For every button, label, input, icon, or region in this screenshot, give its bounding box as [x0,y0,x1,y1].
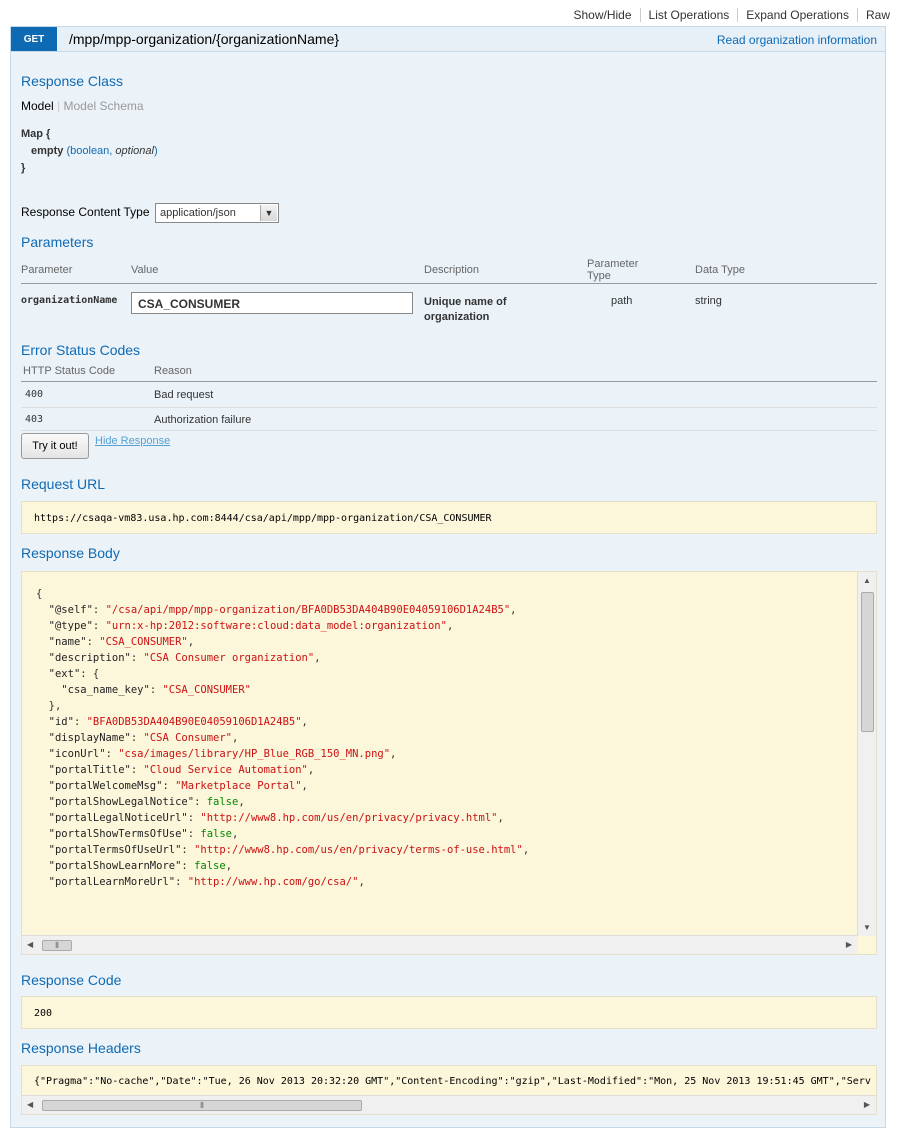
scroll-left-icon[interactable]: ◀ [27,1100,33,1109]
param-description: Unique name of organization [424,296,507,323]
response-headers-value: {"Pragma":"No-cache","Date":"Tue, 26 Nov… [34,1076,871,1087]
error-codes-title: Error Status Codes [21,342,141,358]
request-url-title: Request URL [21,476,106,492]
top-nav: Show/Hide List Operations Expand Operati… [566,6,890,24]
response-body-line: { [36,588,43,600]
param-header-type: Parameter Type [587,258,639,282]
error-code-400: 400 [25,389,44,400]
content-type-label: Response Content Type [21,205,150,219]
error-code-403: 403 [25,414,44,425]
response-body-title: Response Body [21,545,120,561]
request-url-box: https://csaqa-vm83.usa.hp.com:8444/csa/a… [21,501,877,534]
organization-name-input[interactable]: CSA_CONSUMER [131,292,413,314]
model-field-name: empty [31,145,64,157]
response-body-line: "portalTitle": "Cloud Service Automation… [48,764,315,776]
error-table-bottom [21,430,877,431]
response-body-content: { "@self": "/csa/api/mpp/mpp-organizatio… [36,586,856,890]
scroll-up-icon[interactable]: ▲ [863,576,871,585]
param-name: organizationName [21,295,118,306]
vertical-scroll-thumb[interactable] [861,592,874,732]
model-field-optional: optional [115,145,154,157]
headers-scroll-thumb[interactable]: ⦀ [42,1100,362,1111]
param-header-parameter: Parameter [21,264,73,276]
response-headers-title: Response Headers [21,1040,141,1056]
list-operations-link[interactable]: List Operations [639,8,738,22]
horizontal-scroll-thumb[interactable]: ⦀ [42,940,72,951]
headers-horizontal-scrollbar[interactable]: ◀ ⦀ ▶ [22,1095,876,1114]
error-table-divider [21,381,877,382]
model-tabs: Model | Model Schema [21,99,144,113]
response-body-line: }, [36,700,62,712]
response-body-line: "portalShowLegalNotice": false, [48,796,245,808]
response-body-line: "portalTermsOfUseUrl": "http://www8.hp.c… [48,844,530,856]
param-header-data-type: Data Type [695,264,745,276]
tab-model[interactable]: Model [21,99,54,113]
response-body-line: "@type": "urn:x-hp:2012:software:cloud:d… [48,620,454,632]
http-method-badge[interactable]: GET [11,27,57,51]
operation-header[interactable]: GET /mpp/mpp-organization/{organizationN… [11,27,885,52]
scroll-down-icon[interactable]: ▼ [863,923,871,932]
response-body-line: "ext": { [48,668,100,680]
response-code-title: Response Code [21,972,122,988]
response-body-line: "description": "CSA Consumer organizatio… [48,652,321,664]
model-field: empty (boolean, optional) [31,145,158,157]
model-field-type: boolean [70,145,110,157]
error-row-divider [21,407,877,408]
request-url-value: https://csaqa-vm83.usa.hp.com:8444/csa/a… [34,513,492,524]
hide-response-link[interactable]: Hide Response [95,435,170,447]
response-body-line: "name": "CSA_CONSUMER", [48,636,195,648]
operation-path[interactable]: /mpp/mpp-organization/{organizationName} [69,31,339,47]
response-body-line: "id": "BFA0DB53DA404B90E04059106D1A24B5"… [48,716,308,728]
model-close: } [21,162,26,174]
expand-operations-link[interactable]: Expand Operations [737,8,857,22]
response-body-line: "portalShowLearnMore": false, [48,860,233,872]
scroll-right-icon[interactable]: ▶ [864,1100,870,1109]
response-body-line: "displayName": "CSA Consumer", [48,732,239,744]
response-body-line: "portalLearnMoreUrl": "http://www.hp.com… [48,876,365,888]
try-it-out-button[interactable]: Try it out! [21,433,89,459]
error-reason-400: Bad request [154,389,214,401]
response-headers-box[interactable]: {"Pragma":"No-cache","Date":"Tue, 26 Nov… [21,1065,877,1115]
response-class-title: Response Class [21,73,123,89]
response-body-line: "portalShowTermsOfUse": false, [48,828,239,840]
chevron-down-icon[interactable]: ▼ [260,205,277,221]
param-header-value: Value [131,264,159,276]
response-body-line: "portalLegalNoticeUrl": "http://www8.hp.… [48,812,504,824]
raw-link[interactable]: Raw [856,8,890,22]
param-data-type: string [695,295,722,307]
show-hide-link[interactable]: Show/Hide [566,8,640,22]
parameters-title: Parameters [21,234,94,250]
content-type-value: application/json [160,207,236,219]
param-header-description: Description [424,264,480,276]
response-body-box[interactable]: { "@self": "/csa/api/mpp/mpp-organizatio… [21,571,877,955]
operation-summary[interactable]: Read organization information [717,33,877,47]
error-header-reason: Reason [154,365,192,377]
model-name: Map { [21,128,51,140]
content-type-select[interactable]: application/json ▼ [155,203,279,223]
response-code-value: 200 [34,1008,53,1019]
error-header-code: HTTP Status Code [23,365,116,377]
vertical-scrollbar[interactable]: ▲ ▼ [857,572,876,936]
tab-model-schema[interactable]: Model Schema [64,99,144,113]
operation-panel: GET /mpp/mpp-organization/{organizationN… [10,26,886,1128]
response-body-line: "iconUrl": "csa/images/library/HP_Blue_R… [48,748,397,760]
param-type: path [611,295,633,307]
response-code-box: 200 [21,996,877,1029]
horizontal-scrollbar[interactable]: ◀ ⦀ ▶ [22,935,858,954]
response-body-line: "@self": "/csa/api/mpp/mpp-organization/… [48,604,517,616]
response-body-line: "csa_name_key": "CSA_CONSUMER" [61,684,251,696]
scroll-left-icon[interactable]: ◀ [27,940,33,949]
error-reason-403: Authorization failure [154,414,252,426]
param-table-divider [21,283,877,284]
response-body-line: "portalWelcomeMsg": "Marketplace Portal"… [48,780,308,792]
scroll-right-icon[interactable]: ▶ [846,940,852,949]
